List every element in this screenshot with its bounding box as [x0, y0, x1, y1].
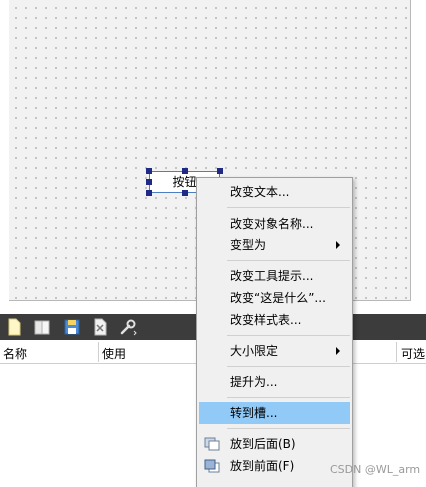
column-header-used[interactable]: 使用: [102, 345, 126, 362]
context-menu: 改变文本... 改变对象名称... 变型为 改变工具提示... 改变“这是什么”…: [196, 177, 353, 487]
resize-handle-bottom[interactable]: [182, 190, 188, 196]
send-to-back-icon: [204, 437, 220, 451]
watermark: CSDN @WL_arm: [330, 463, 421, 476]
resize-handle-left[interactable]: [146, 179, 152, 185]
resize-handle-top-right[interactable]: [217, 168, 223, 174]
column-header-name[interactable]: 名称: [3, 345, 27, 362]
menu-item-change-whats-this[interactable]: 改变“这是什么”...: [199, 287, 350, 309]
column-divider[interactable]: [98, 342, 99, 362]
save-file-icon[interactable]: [62, 317, 82, 337]
menu-item-send-to-back[interactable]: 放到后面(B): [199, 433, 350, 455]
designer-window: 按钮 名称 使用 可选 改变文本... 改变对象名称... 变型为 改变工具提示…: [0, 0, 426, 487]
menu-item-change-text[interactable]: 改变文本...: [199, 181, 350, 203]
menu-item-bring-to-front[interactable]: 放到前面(F): [199, 455, 350, 477]
open-file-icon[interactable]: [32, 317, 52, 337]
column-divider[interactable]: [396, 342, 397, 362]
menu-item-change-object-name[interactable]: 改变对象名称...: [199, 213, 350, 235]
new-file-icon[interactable]: [4, 317, 24, 337]
menu-item-change-tooltip[interactable]: 改变工具提示...: [199, 265, 350, 287]
menu-item-go-to-slot[interactable]: 转到槽...: [199, 402, 350, 424]
menu-item-morph-into[interactable]: 变型为: [199, 234, 350, 256]
resize-handle-top[interactable]: [182, 168, 188, 174]
column-header-checkable[interactable]: 可选: [401, 345, 425, 362]
menu-item-promote-to[interactable]: 提升为...: [199, 371, 350, 393]
menu-item-change-stylesheet[interactable]: 改变样式表...: [199, 309, 350, 331]
wrench-icon[interactable]: [118, 317, 138, 337]
menu-separator: [227, 428, 350, 429]
resize-handle-top-left[interactable]: [146, 168, 152, 174]
submenu-arrow-icon: [336, 241, 340, 249]
menu-separator: [227, 397, 350, 398]
delete-icon[interactable]: [90, 317, 110, 337]
push-button-label: 按钮: [172, 175, 197, 189]
menu-separator: [227, 260, 350, 261]
resize-handle-bottom-left[interactable]: [146, 190, 152, 196]
bring-to-front-icon: [204, 459, 220, 473]
menu-separator: [227, 335, 350, 336]
menu-separator: [227, 207, 350, 208]
menu-item-size-constraints[interactable]: 大小限定: [199, 340, 350, 362]
submenu-arrow-icon: [336, 347, 340, 355]
menu-separator: [227, 366, 350, 367]
